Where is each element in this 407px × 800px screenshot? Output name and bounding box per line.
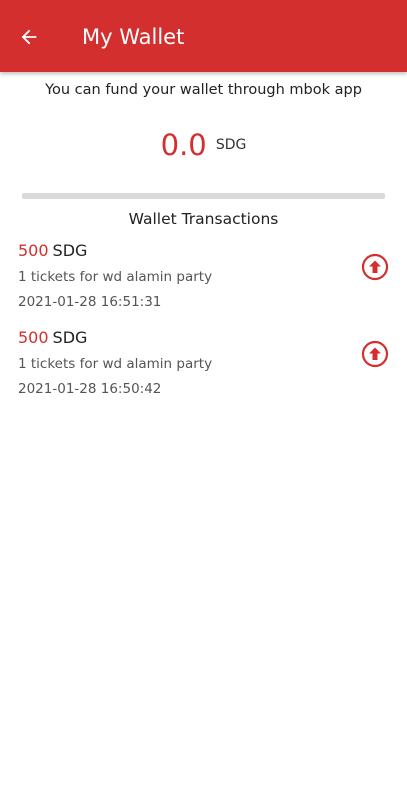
divider [22, 193, 385, 199]
transaction-amount: 500 [18, 328, 49, 347]
transaction-item[interactable]: 500 SDG 1 tickets for wd alamin party 202… [0, 328, 407, 408]
transaction-item[interactable]: 500 SDG 1 tickets for wd alamin party 202… [0, 241, 407, 321]
transaction-amount-line: 500 SDG [18, 241, 87, 260]
page-title: My Wallet [82, 25, 185, 49]
balance-currency: SDG [215, 137, 247, 153]
app-bar: My Wallet [0, 0, 407, 72]
fund-wallet-message: You can fund your wallet through mbok ap… [45, 82, 362, 98]
transactions-heading: Wallet Transactions [128, 210, 279, 228]
arrow-up-circle-icon[interactable] [361, 340, 389, 368]
transaction-date: 2021-01-28 16:50:42 [18, 381, 162, 397]
transaction-date: 2021-01-28 16:51:31 [18, 294, 162, 310]
transaction-description: 1 tickets for wd alamin party [18, 356, 213, 372]
transaction-description: 1 tickets for wd alamin party [18, 269, 213, 285]
arrow-up-circle-icon[interactable] [361, 253, 389, 281]
transaction-amount-line: 500 SDG [18, 328, 87, 347]
transaction-currency: SDG [52, 328, 88, 347]
transaction-currency: SDG [52, 241, 88, 260]
balance-amount: 0.0 [160, 128, 207, 162]
wallet-balance: 0.0 SDG [0, 128, 407, 162]
transaction-amount: 500 [18, 241, 49, 260]
back-button[interactable] [14, 22, 44, 52]
arrow-left-icon [21, 29, 37, 45]
